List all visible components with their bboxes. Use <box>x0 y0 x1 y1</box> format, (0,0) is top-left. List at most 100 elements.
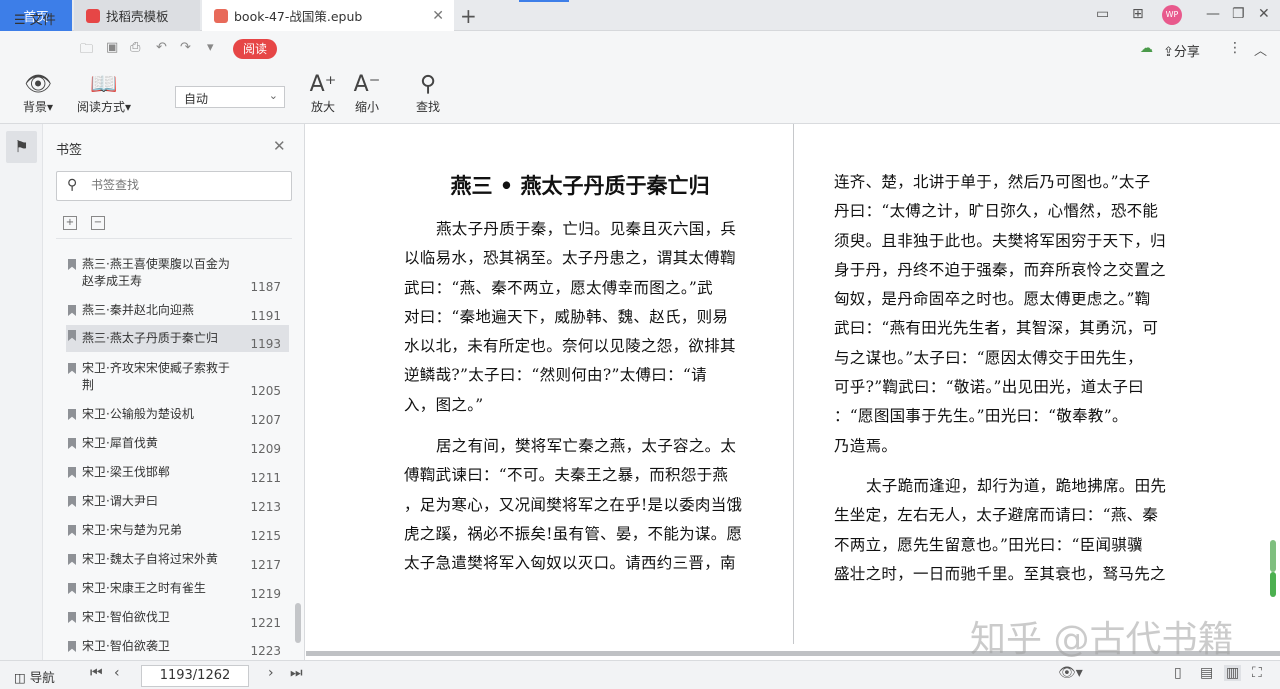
tab-template[interactable]: 找稻壳模板 <box>74 0 200 31</box>
bookmark-panel-toggle[interactable]: ⚑ <box>6 131 37 163</box>
double-page-view-icon[interactable]: ▥ <box>1224 665 1242 681</box>
collapse-ribbon-icon[interactable]: ︿ <box>1254 40 1267 59</box>
expand-all-icon[interactable]: + <box>63 216 77 230</box>
new-tab-button[interactable]: + <box>460 4 477 28</box>
navigation-toggle[interactable]: ◫ 导航 <box>14 667 55 686</box>
close-window-icon[interactable]: ✕ <box>1258 6 1270 22</box>
undo-icon[interactable]: ↶ <box>156 40 167 55</box>
text-line: 身于丹，丹终不迫于强秦，而弃所哀怜之交置之 <box>834 260 1166 279</box>
share-icon: ⇪ <box>1163 45 1174 60</box>
text-line: 连齐、楚，北讲于单于，然后乃可图也。”太子 <box>834 173 1151 191</box>
bookmark-item[interactable]: 燕三·燕王喜使栗腹以百金为赵孝成王寿 1187 <box>66 254 289 296</box>
zoom-out-button[interactable]: A⁻ 缩小 <box>352 72 382 115</box>
text-line: 虎之蹊，祸必不振矣!虽有管、晏，不能为谋。愿 <box>404 524 743 543</box>
text-line: 逆鳞哉?”太子曰：“然则何由?”太傅曰：“请 <box>404 366 707 385</box>
zoom-in-button[interactable]: A⁺ 放大 <box>308 72 338 115</box>
paragraph: 燕太子丹质于秦，亡归。见秦且灭六国，兵 以临易水，恐其祸至。太子丹患之，谓其太傅鞫… <box>404 215 749 420</box>
text-line: 匈奴，是丹命固卒之时也。愿太傅更虑之。”鞫 <box>834 290 1151 309</box>
document-scrollbar-thumb[interactable] <box>1270 572 1276 597</box>
bookmark-item[interactable]: 宋卫·智伯欲伐卫 1221 <box>66 607 289 631</box>
search-icon: ⚲ <box>419 72 437 97</box>
more-options-icon[interactable]: ⋮ <box>1228 40 1242 56</box>
bookmark-item[interactable]: 宋卫·宋康王之时有雀生 1219 <box>66 578 289 602</box>
bookmark-item[interactable]: 宋卫·犀首伐黄 1209 <box>66 433 289 457</box>
page-divider <box>793 124 794 644</box>
bookmark-label: 燕三·秦并赵北向迎燕 <box>82 303 194 317</box>
text-line: 太子跪而逢迎，却行为道，跪地拂席。田先 <box>866 477 1167 495</box>
eye-care-icon[interactable]: 👁▾ <box>1058 665 1083 681</box>
save-icon[interactable]: ▣ <box>106 40 118 55</box>
sidebar-scrollbar[interactable] <box>295 603 301 643</box>
bookmark-page: 1211 <box>250 471 281 485</box>
bookmark-item[interactable]: 宋卫·齐攻宋宋使臧子索救于荆 1205 <box>66 358 289 400</box>
bookmark-label: 宋卫·梁王伐邯郸 <box>82 465 170 479</box>
zoom-in-label: 放大 <box>310 100 335 114</box>
text-line: 盛壮之时，一日而驰千里。至其衰也，驽马先之 <box>834 564 1166 583</box>
cloud-sync-icon[interactable]: ☁ <box>1140 41 1153 56</box>
last-page-icon[interactable]: ⏭ <box>290 665 303 681</box>
find-label: 查找 <box>415 100 440 114</box>
text-line: 武曰：“燕、秦不两立，愿太傅幸而图之。”武 <box>404 278 713 297</box>
apps-grid-icon[interactable]: ⊞ <box>1132 6 1144 22</box>
background-button[interactable]: 👁 背景▾ <box>18 72 58 115</box>
minimize-icon[interactable]: — <box>1206 6 1220 22</box>
bookmark-item[interactable]: 燕三·秦并赵北向迎燕 1191 <box>66 300 289 324</box>
chapter-title: 燕三 • 燕太子丹质于秦亡归 <box>450 173 710 198</box>
text-line: 可乎?”鞫武曰：“敬诺。”出见田光，道太子曰 <box>834 378 1144 397</box>
page-number-input[interactable]: 1193/1262 <box>141 665 249 687</box>
bookmark-search-input[interactable] <box>91 178 281 192</box>
close-tab-icon[interactable]: ✕ <box>432 8 444 24</box>
document-scrollbar[interactable] <box>1270 540 1276 572</box>
scroll-view-icon[interactable]: ▤ <box>1200 665 1213 681</box>
restore-icon[interactable]: ❐ <box>1232 6 1245 22</box>
bookmark-page: 1205 <box>250 384 281 398</box>
text-line: ：“愿图国事于先生。”田光曰：“敬奉教”。 <box>834 407 1128 426</box>
read-mode-pill[interactable]: 阅读 <box>233 39 277 59</box>
mode-select[interactable]: 自动 ⌄ <box>175 86 285 108</box>
bookmark-item-selected[interactable]: 燕三·燕太子丹质于秦亡归 1193 <box>66 325 289 352</box>
close-panel-icon[interactable]: ✕ <box>273 137 286 155</box>
bookmark-item[interactable]: 宋卫·智伯欲袭卫 1223 <box>66 636 289 658</box>
tab-indicator <box>519 0 569 2</box>
bookmark-item[interactable]: 宋卫·梁王伐邯郸 1211 <box>66 462 289 486</box>
open-folder-icon[interactable]: 🗀 <box>80 40 93 62</box>
text-line: 太子急遣樊将军入匈奴以灭口。请西约三晋，南 <box>404 554 736 573</box>
read-mode-button[interactable]: 📖 阅读方式▾ <box>72 72 136 115</box>
layout-icon[interactable]: ▭ <box>1096 6 1109 22</box>
share-button[interactable]: ⇪分享 <box>1163 41 1200 60</box>
text-line: 生坐定，左右无人，太子避席而请曰：“燕、秦 <box>834 506 1159 525</box>
read-mode-label: 阅读方式 <box>76 100 125 114</box>
bookmark-item[interactable]: 宋卫·谓大尹曰 1213 <box>66 491 289 515</box>
redo-icon[interactable]: ↷ <box>180 40 191 55</box>
bookmark-label: 宋卫·谓大尹曰 <box>82 494 158 508</box>
bookmark-flag-icon <box>68 612 76 623</box>
prev-page-icon[interactable]: ‹ <box>114 665 120 681</box>
first-page-icon[interactable]: ⏮ <box>90 665 103 681</box>
avatar[interactable]: WP <box>1162 5 1182 25</box>
print-icon[interactable]: ⎙ <box>130 40 140 55</box>
bookmark-label: 燕三·燕太子丹质于秦亡归 <box>82 331 218 345</box>
bookmark-flag-icon <box>68 330 76 341</box>
text-line: 乃造焉。 <box>834 436 898 455</box>
more-dropdown-icon[interactable]: ▾ <box>207 40 214 55</box>
bookmark-page: 1221 <box>250 616 281 630</box>
single-page-view-icon[interactable]: ▯ <box>1174 665 1182 681</box>
collapse-all-icon[interactable]: − <box>91 216 105 230</box>
tab-book[interactable]: book-47-战国策.epub ✕ <box>202 0 454 31</box>
file-menu[interactable]: ☰ 文件 <box>14 9 56 28</box>
bookmark-item[interactable]: 宋卫·魏太子自将过宋外黄 1217 <box>66 549 289 573</box>
bookmark-flag-icon <box>68 467 76 478</box>
fullscreen-icon[interactable]: ⛶ <box>1252 665 1262 681</box>
next-page-icon[interactable]: › <box>268 665 274 681</box>
find-button[interactable]: ⚲ 查找 <box>412 72 444 115</box>
bookmark-label: 宋卫·公输般为楚设机 <box>82 407 194 421</box>
bookmark-item[interactable]: 宋卫·公输般为楚设机 1207 <box>66 404 289 428</box>
paragraph: 连齐、楚，北讲于单于，然后乃可图也。”太子 丹曰：“太傅之计，旷日弥久，心惽然，恐… <box>834 168 1179 461</box>
tab-book-label: book-47-战国策.epub <box>234 9 363 24</box>
bookmark-page: 1219 <box>250 587 281 601</box>
text-line: 水以北，未有所定也。奈何以见陵之怨，欲排其 <box>404 337 736 356</box>
bookmark-search[interactable]: ⚲ <box>56 171 292 201</box>
bookmark-flag-icon <box>68 583 76 594</box>
bookmark-item[interactable]: 宋卫·宋与楚为兄弟 1215 <box>66 520 289 544</box>
panel-strip <box>0 124 43 660</box>
